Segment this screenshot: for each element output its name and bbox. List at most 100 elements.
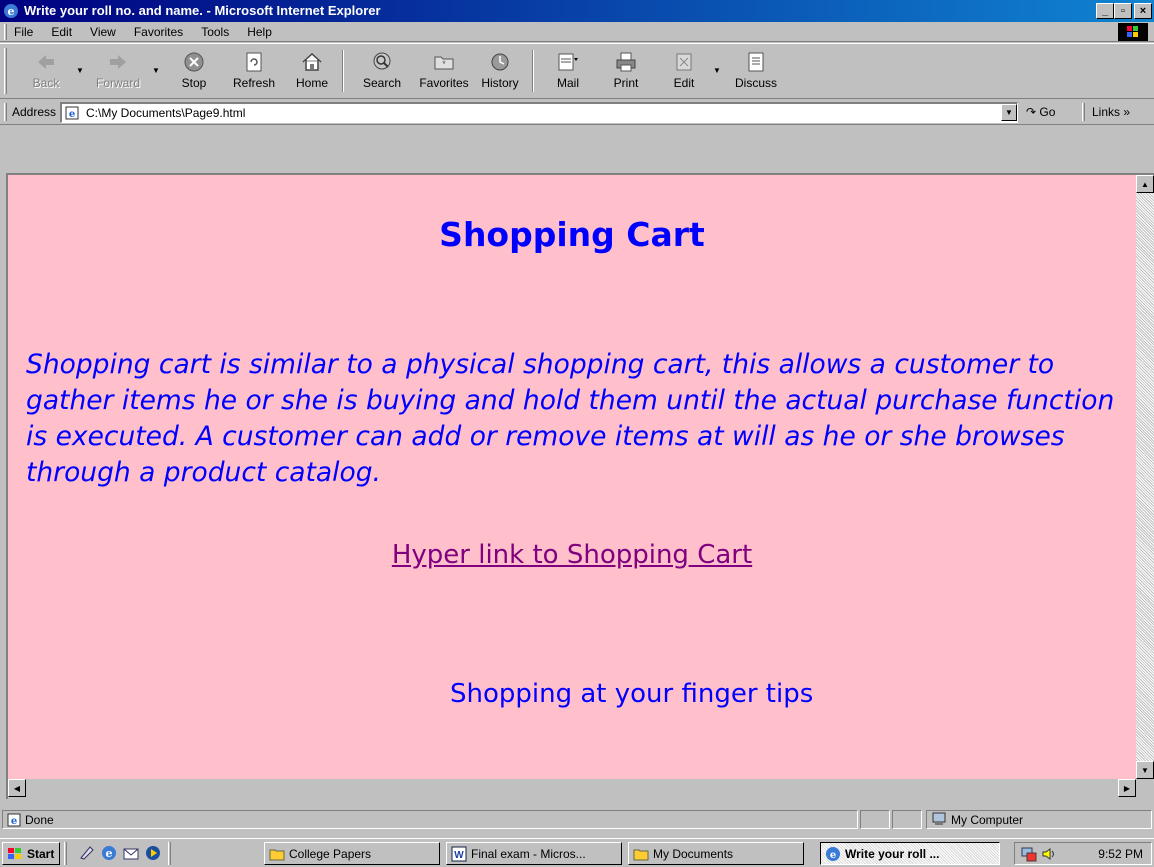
edit-button[interactable]: Edit bbox=[656, 50, 712, 96]
horizontal-scrollbar[interactable]: ◀ ▶ bbox=[8, 779, 1136, 797]
svg-text:W: W bbox=[454, 850, 464, 861]
title-bar[interactable]: e Write your roll no. and name. - Micros… bbox=[0, 0, 1154, 22]
svg-text:e: e bbox=[11, 816, 17, 827]
home-button[interactable]: Home bbox=[284, 50, 340, 96]
zone-text: My Computer bbox=[951, 813, 1024, 827]
toolbar-grip[interactable] bbox=[4, 48, 7, 94]
go-button[interactable]: ↷ Go bbox=[1026, 105, 1055, 119]
address-dropdown-button[interactable]: ▼ bbox=[1001, 104, 1017, 121]
status-text-pane: e Done bbox=[2, 810, 858, 829]
menu-file[interactable]: File bbox=[14, 25, 33, 39]
addressbar-grip[interactable] bbox=[4, 103, 7, 121]
svg-text:*: * bbox=[442, 59, 446, 69]
search-label: Search bbox=[362, 76, 402, 90]
media-player-icon[interactable] bbox=[144, 844, 162, 862]
address-label: Address bbox=[12, 105, 57, 119]
volume-icon[interactable] bbox=[1041, 846, 1057, 862]
task-label: Final exam - Micros... bbox=[471, 846, 586, 861]
horizontal-scroll-thumb[interactable] bbox=[26, 779, 1118, 797]
word-icon: W bbox=[451, 846, 467, 861]
svg-text:e: e bbox=[8, 5, 15, 18]
discuss-button[interactable]: Discuss bbox=[728, 50, 784, 96]
windows-flag-icon bbox=[8, 847, 21, 859]
close-icon: × bbox=[1139, 5, 1147, 17]
task-button-final-exam[interactable]: W Final exam - Micros... bbox=[446, 842, 622, 865]
taskbar-separator bbox=[64, 842, 67, 865]
scroll-left-button[interactable]: ◀ bbox=[8, 779, 26, 797]
menu-favorites[interactable]: Favorites bbox=[134, 25, 183, 39]
discuss-label: Discuss bbox=[734, 76, 777, 90]
chevron-down-icon: ▼ bbox=[1005, 108, 1013, 117]
back-button[interactable]: Back bbox=[18, 50, 74, 96]
print-label: Print bbox=[613, 76, 639, 90]
scroll-up-button[interactable]: ▲ bbox=[1136, 175, 1154, 193]
menu-bar: File Edit View Favorites Tools Help bbox=[0, 22, 1154, 42]
window-title: Write your roll no. and name. - Microsof… bbox=[24, 3, 381, 18]
page-heading: Shopping Cart bbox=[439, 215, 705, 254]
history-button[interactable]: History bbox=[472, 50, 528, 96]
svg-text:e: e bbox=[830, 850, 836, 861]
stop-label: Stop bbox=[181, 76, 207, 90]
outlook-express-icon[interactable] bbox=[122, 844, 140, 862]
address-input[interactable]: e C:\My Documents\Page9.html bbox=[60, 102, 1018, 123]
task-button-write-your-roll[interactable]: e Write your roll ... bbox=[820, 842, 1000, 865]
go-label: Go bbox=[1039, 105, 1056, 119]
tagline-text: Shopping at your finger tips bbox=[450, 679, 814, 709]
status-pane-empty bbox=[892, 810, 922, 829]
arrow-up-icon: ▲ bbox=[1141, 179, 1149, 189]
stop-icon bbox=[184, 52, 204, 72]
start-button[interactable]: Start bbox=[2, 842, 60, 865]
history-icon bbox=[491, 53, 509, 71]
favorites-button[interactable]: * Favorites bbox=[416, 50, 472, 96]
back-dropdown-icon[interactable]: ▼ bbox=[76, 66, 84, 75]
status-pane-empty bbox=[860, 810, 890, 829]
menu-edit[interactable]: Edit bbox=[51, 25, 72, 39]
search-button[interactable]: Search bbox=[354, 50, 410, 96]
vertical-scrollbar[interactable]: ▲ ▼ bbox=[1136, 175, 1154, 779]
ie-app-icon[interactable]: e bbox=[3, 3, 19, 19]
print-button[interactable]: Print bbox=[598, 50, 654, 96]
ie-page-icon: e bbox=[65, 106, 79, 120]
forward-label: Forward bbox=[95, 76, 140, 90]
mail-button[interactable]: Mail bbox=[540, 50, 596, 96]
zone-pane: My Computer bbox=[926, 810, 1152, 829]
svg-text:e: e bbox=[106, 847, 113, 860]
forward-dropdown-icon[interactable]: ▼ bbox=[152, 66, 160, 75]
back-label: Back bbox=[32, 76, 60, 90]
links-grip[interactable] bbox=[1082, 103, 1085, 121]
system-tray: 9:52 PM bbox=[1014, 842, 1152, 865]
shopping-cart-link-text[interactable]: Hyper link to Shopping Cart bbox=[392, 540, 752, 570]
refresh-button[interactable]: Refresh bbox=[226, 50, 282, 96]
folder-icon bbox=[269, 849, 285, 860]
network-tray-icon[interactable] bbox=[1021, 846, 1037, 862]
my-computer-icon bbox=[932, 812, 946, 825]
taskbar-separator bbox=[168, 842, 171, 865]
scroll-right-button[interactable]: ▶ bbox=[1118, 779, 1136, 797]
folder-icon bbox=[633, 849, 649, 860]
menubar-grip[interactable] bbox=[4, 24, 7, 40]
discuss-icon bbox=[748, 52, 764, 72]
task-button-college-papers[interactable]: College Papers bbox=[264, 842, 440, 865]
menu-tools[interactable]: Tools bbox=[201, 25, 229, 39]
ie-quicklaunch-icon[interactable]: e bbox=[100, 844, 118, 862]
ie-icon: e bbox=[826, 846, 840, 861]
show-desktop-icon[interactable] bbox=[78, 844, 96, 862]
menu-help[interactable]: Help bbox=[247, 25, 272, 39]
menu-view[interactable]: View bbox=[90, 25, 116, 39]
start-label: Start bbox=[27, 846, 55, 861]
arrow-right-icon: ▶ bbox=[1123, 783, 1131, 793]
svg-text:e: e bbox=[69, 109, 75, 120]
links-button[interactable]: Links » bbox=[1092, 105, 1130, 119]
forward-button[interactable]: Forward bbox=[90, 50, 146, 96]
edit-dropdown-icon[interactable]: ▼ bbox=[713, 66, 721, 75]
status-bar: e Done My Computer bbox=[0, 808, 1154, 830]
scroll-down-button[interactable]: ▼ bbox=[1136, 761, 1154, 779]
maximize-button[interactable]: ▫ bbox=[1114, 3, 1132, 19]
toolbar-separator bbox=[342, 50, 344, 92]
task-button-my-documents[interactable]: My Documents bbox=[628, 842, 804, 865]
stop-button[interactable]: Stop bbox=[166, 50, 222, 96]
minimize-button[interactable]: _ bbox=[1096, 3, 1114, 19]
clock[interactable]: 9:52 PM bbox=[1098, 847, 1143, 861]
arrow-down-icon: ▼ bbox=[1141, 765, 1149, 775]
close-button[interactable]: × bbox=[1134, 3, 1152, 19]
